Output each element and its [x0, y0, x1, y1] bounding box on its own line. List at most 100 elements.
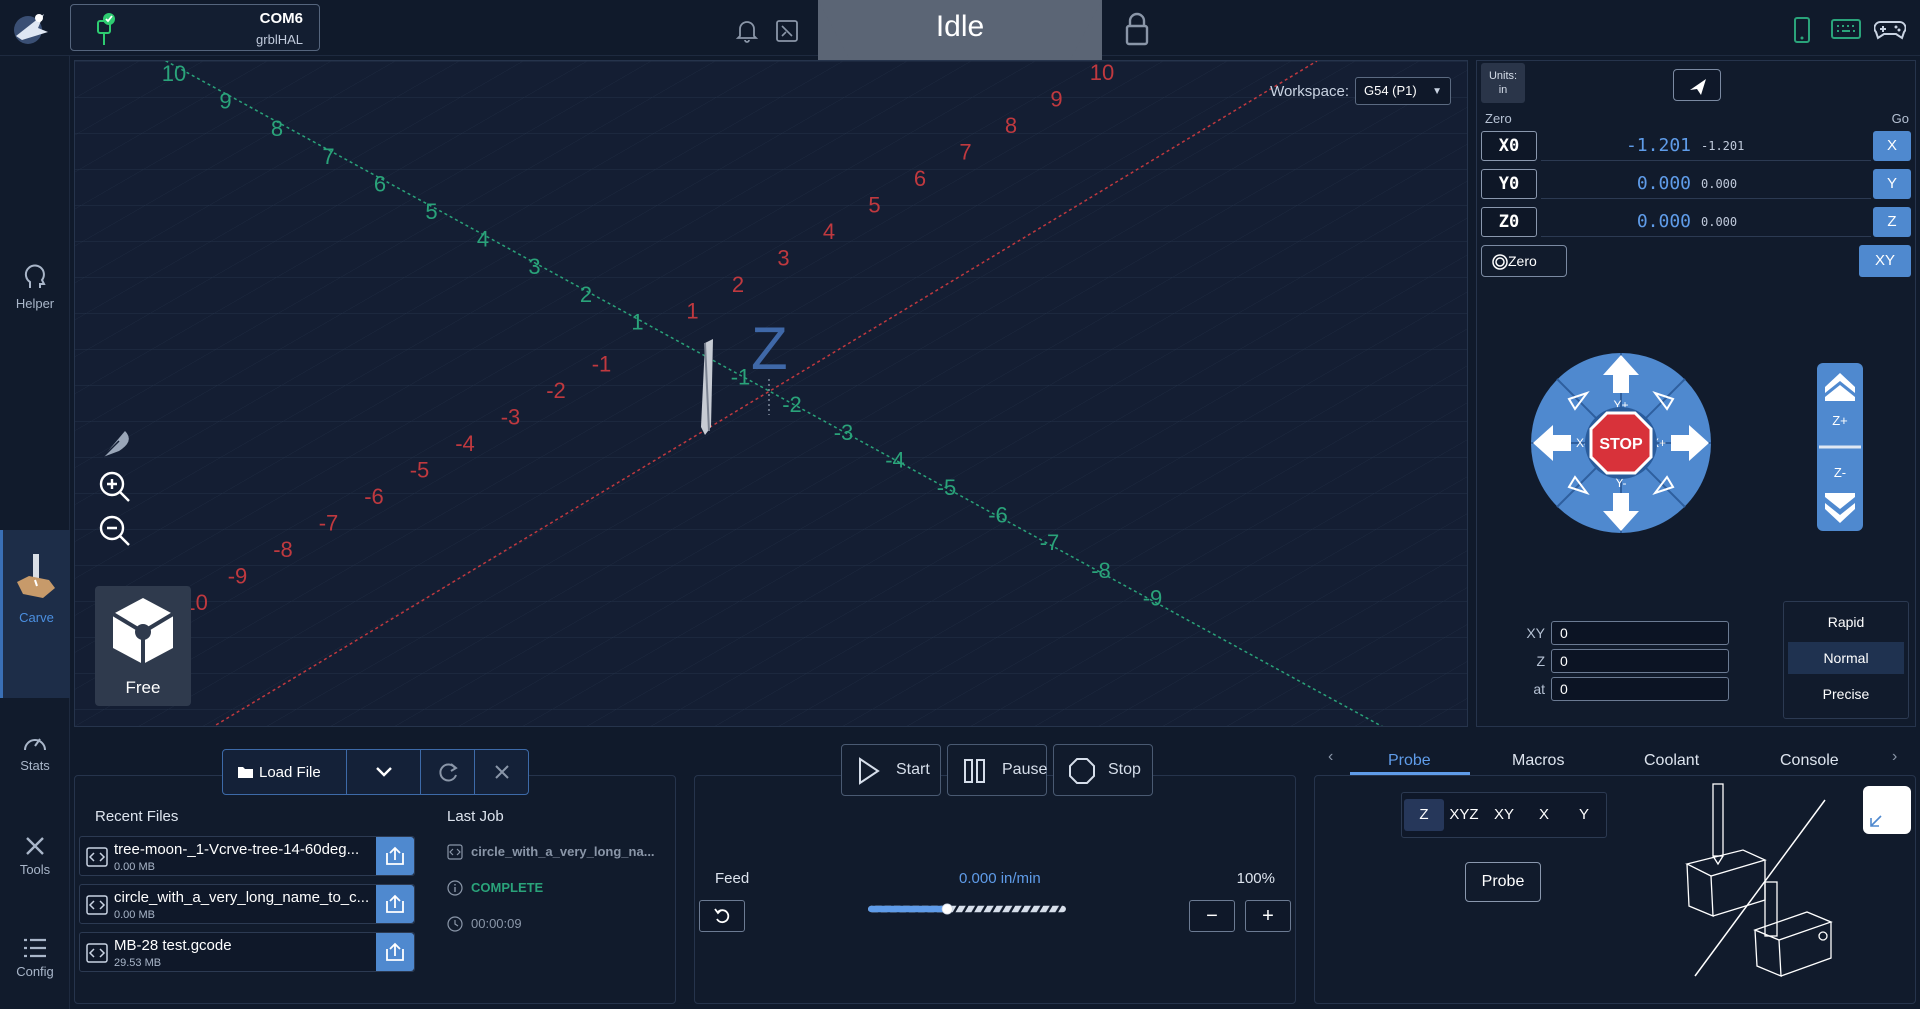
- axis-z-letter: Z: [751, 315, 788, 382]
- jog-z-distance-input[interactable]: [1551, 649, 1729, 673]
- close-file-button[interactable]: [475, 750, 529, 794]
- tab-console[interactable]: Console: [1780, 752, 1839, 770]
- recent-file-row[interactable]: MB-28 test.gcode 29.53 MB: [79, 932, 415, 972]
- load-recent-file-button[interactable]: [376, 933, 414, 971]
- x-machine-position: -1.201: [1701, 139, 1745, 153]
- reload-file-button[interactable]: [421, 750, 475, 794]
- visualizer-viewport[interactable]: 10 9 8 7 6 5 4 3 2 1 -1 -2 -3 -4 -5 -6 -7 -8 -9 -10 10 9 8 7 6 5…: [74, 60, 1468, 727]
- feed-increase-button[interactable]: +: [1245, 900, 1291, 932]
- lock-icon[interactable]: [1124, 12, 1150, 46]
- feed-rate-value: 0.000 in/min: [959, 870, 1041, 887]
- file-code-icon: [447, 844, 463, 860]
- y-axis-tick-label: -9: [1143, 585, 1163, 610]
- svg-text:Z+: Z+: [1832, 413, 1848, 428]
- sidebar-item-tools[interactable]: Tools: [0, 834, 70, 877]
- recent-file-row[interactable]: circle_with_a_very_long_name_to_c... 0.0…: [79, 884, 415, 924]
- probe-axis-z[interactable]: Z: [1404, 799, 1444, 831]
- jog-pad: Y+ Y- X- X+ STOP: [1531, 353, 1711, 533]
- connection-button[interactable]: COM6 grblHAL: [70, 4, 320, 51]
- speed-normal-button[interactable]: Normal: [1788, 642, 1904, 674]
- tabs-scroll-left-icon[interactable]: ‹: [1328, 748, 1333, 766]
- zero-z-button[interactable]: Z0: [1481, 207, 1537, 237]
- last-job-status: COMPLETE: [447, 880, 543, 899]
- tab-coolant[interactable]: Coolant: [1644, 752, 1699, 770]
- sidebar-item-carve[interactable]: Carve: [0, 530, 70, 698]
- upload-icon: [386, 942, 404, 961]
- probe-axis-x[interactable]: X: [1524, 799, 1564, 831]
- feed-override-percent: 100%: [1236, 870, 1275, 887]
- load-options-button[interactable]: [347, 750, 421, 794]
- bell-icon[interactable]: [734, 18, 760, 44]
- recent-file-row[interactable]: tree-moon-_1-Vcrve-tree-14-60deg... 0.00…: [79, 836, 415, 876]
- keyboard-icon[interactable]: [1830, 16, 1862, 42]
- zero-x-button[interactable]: X0: [1481, 131, 1537, 161]
- y-axis-tick-label: 8: [271, 116, 283, 141]
- tab-macros[interactable]: Macros: [1512, 752, 1564, 770]
- stop-button[interactable]: STOP: [1585, 407, 1657, 479]
- stop-job-button[interactable]: Stop: [1053, 744, 1153, 796]
- tabs-scroll-right-icon[interactable]: ›: [1892, 748, 1897, 766]
- top-bar: COM6 grblHAL Idle: [0, 0, 1920, 60]
- upload-icon: [386, 846, 404, 865]
- pause-label: Pause: [1002, 761, 1048, 778]
- x-axis-tick-label: 9: [1050, 87, 1062, 112]
- probe-axis-selector: Z XYZ XY X Y: [1401, 792, 1607, 838]
- tool-tabs: ‹ Probe Macros Coolant Console ›: [1316, 742, 1920, 776]
- zero-y-button[interactable]: Y0: [1481, 169, 1537, 199]
- units-value: in: [1498, 84, 1508, 96]
- sidebar-item-helper[interactable]: Helper: [0, 262, 70, 311]
- load-recent-file-button[interactable]: [376, 885, 414, 923]
- jog-feed-input[interactable]: [1551, 677, 1729, 701]
- x-axis-tick-label: 3: [777, 246, 789, 271]
- x-axis-tick-label: -7: [319, 511, 339, 536]
- feed-decrease-button[interactable]: −: [1189, 900, 1235, 932]
- load-recent-file-button[interactable]: [376, 837, 414, 875]
- control-panel: Units: in Zero Go X0 -1.201 -1.201 X Y0 0…: [1476, 60, 1916, 727]
- stop-label: Stop: [1108, 761, 1141, 778]
- probe-axis-y[interactable]: Y: [1564, 799, 1604, 831]
- feed-override-slider[interactable]: [755, 902, 1179, 916]
- load-file-button[interactable]: Load File: [223, 750, 347, 794]
- x-axis-tick-label: 2: [732, 272, 744, 297]
- workspace-label: Workspace:: [1270, 83, 1349, 100]
- pause-button[interactable]: Pause: [947, 744, 1047, 796]
- sidebar-item-config[interactable]: Config: [0, 936, 70, 979]
- gamepad-icon[interactable]: [1874, 16, 1906, 42]
- zoom-out-icon[interactable]: [95, 511, 135, 551]
- y-axis-tick-label: 6: [374, 171, 386, 196]
- probe-button[interactable]: Probe: [1465, 862, 1541, 902]
- tab-probe[interactable]: Probe: [1388, 752, 1431, 770]
- jog-xy-distance-input[interactable]: [1551, 621, 1729, 645]
- go-xy-button[interactable]: XY: [1859, 245, 1911, 277]
- x-axis-tick-label: 7: [959, 140, 971, 165]
- zero-all-button[interactable]: Zero: [1481, 245, 1567, 277]
- app-logo-icon[interactable]: [8, 6, 54, 50]
- go-to-button[interactable]: [1673, 69, 1721, 101]
- camera-mode-button[interactable]: Free: [95, 586, 191, 706]
- speed-precise-button[interactable]: Precise: [1788, 678, 1904, 710]
- go-x-button[interactable]: X: [1873, 131, 1911, 161]
- sidebar-item-label: Carve: [19, 610, 54, 625]
- file-code-icon: [86, 943, 108, 963]
- reset-icon: [714, 908, 730, 924]
- go-y-button[interactable]: Y: [1873, 169, 1911, 199]
- y-axis-tick-label: -2: [782, 392, 802, 417]
- view-tools: [95, 423, 135, 551]
- y-axis-tick-label: -4: [885, 447, 905, 472]
- sd-card-icon[interactable]: [774, 18, 800, 44]
- zoom-in-icon[interactable]: [95, 467, 135, 507]
- probe-axis-xy[interactable]: XY: [1484, 799, 1524, 831]
- probe-minimize-button[interactable]: [1863, 786, 1911, 834]
- start-button[interactable]: Start: [841, 744, 941, 796]
- reset-feed-button[interactable]: [699, 900, 745, 932]
- speed-rapid-button[interactable]: Rapid: [1788, 606, 1904, 638]
- y-axis-tick-label: 10: [162, 61, 186, 86]
- sidebar-item-stats[interactable]: Stats: [0, 730, 70, 773]
- units-toggle[interactable]: Units: in: [1481, 63, 1525, 103]
- workspace-select[interactable]: G54 (P1) ▼: [1355, 77, 1451, 105]
- go-z-button[interactable]: Z: [1873, 207, 1911, 237]
- feather-icon[interactable]: [95, 423, 135, 463]
- remote-phone-icon[interactable]: [1790, 16, 1814, 44]
- probe-axis-xyz[interactable]: XYZ: [1444, 799, 1484, 831]
- jog-xy-label: XY: [1526, 625, 1545, 641]
